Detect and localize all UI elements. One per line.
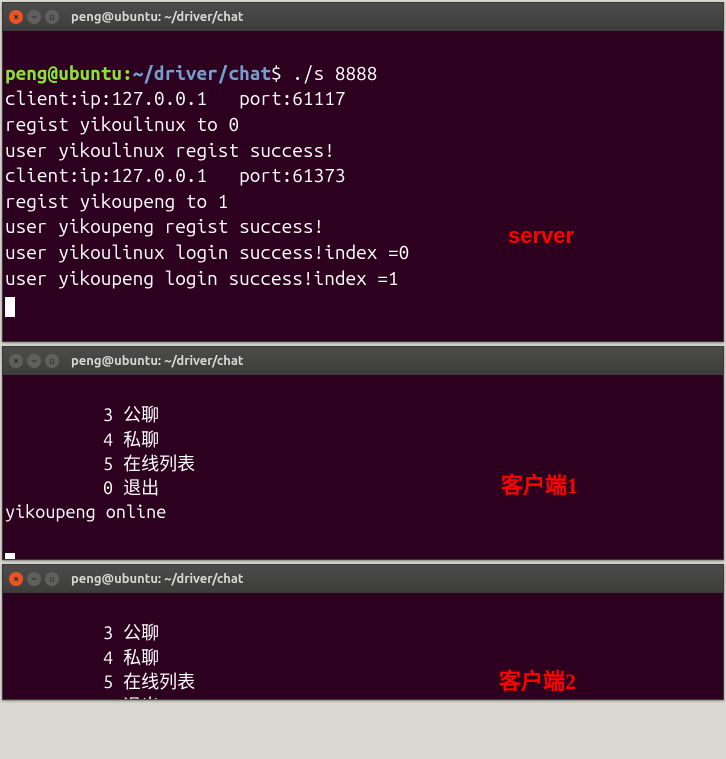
prompt-path: ~/driver/chat <box>133 62 271 84</box>
status-line: yikoupeng online <box>5 502 166 522</box>
titlebar-client2: × – ▫ peng@ubuntu: ~/driver/chat <box>3 565 723 593</box>
close-icon[interactable]: × <box>9 572 23 586</box>
command: ./s 8888 <box>292 62 377 84</box>
menu-item: 3 公聊 <box>5 403 159 427</box>
output-line: user yikoulinux regist success! <box>5 139 335 161</box>
titlebar-client1: × – ▫ peng@ubuntu: ~/driver/chat <box>3 347 723 375</box>
annotation-client2: 客户端2 <box>499 667 576 697</box>
terminal-client1-body[interactable]: 3 公聊 4 私聊 5 在线列表 0 退出 yikoupeng online 客… <box>3 375 723 559</box>
menu-item: 4 私聊 <box>5 428 159 452</box>
terminal-server: × – ▫ peng@ubuntu: ~/driver/chat peng@ub… <box>2 2 724 342</box>
output-line: client:ip:127.0.0.1 port:61117 <box>5 87 345 109</box>
window-title: peng@ubuntu: ~/driver/chat <box>71 10 243 24</box>
output-line: regist yikoulinux to 0 <box>5 113 239 135</box>
output-line: user yikoulinux login success!index =0 <box>5 241 409 263</box>
terminal-server-body[interactable]: peng@ubuntu:~/driver/chat$ ./s 8888 clie… <box>3 31 723 341</box>
cursor <box>5 297 15 317</box>
close-icon[interactable]: × <box>9 10 23 24</box>
menu-item: 0 退出 <box>5 476 159 500</box>
menu-item: 3 公聊 <box>5 621 159 645</box>
prompt-user: peng@ubuntu <box>5 62 122 84</box>
menu-item: 5 在线列表 <box>5 452 195 476</box>
maximize-icon[interactable]: ▫ <box>45 354 59 368</box>
minimize-icon[interactable]: – <box>27 10 41 24</box>
annotation-server: server <box>508 221 574 251</box>
cursor <box>5 553 15 559</box>
minimize-icon[interactable]: – <box>27 354 41 368</box>
output-line: regist yikoupeng to 1 <box>5 190 228 212</box>
maximize-icon[interactable]: ▫ <box>45 572 59 586</box>
minimize-icon[interactable]: – <box>27 572 41 586</box>
output-line: user yikoupeng login success!index =1 <box>5 267 399 289</box>
terminal-client1: × – ▫ peng@ubuntu: ~/driver/chat 3 公聊 4 … <box>2 346 724 560</box>
output-line: user yikoupeng regist success! <box>5 215 324 237</box>
terminal-client2: × – ▫ peng@ubuntu: ~/driver/chat 3 公聊 4 … <box>2 564 724 700</box>
window-title: peng@ubuntu: ~/driver/chat <box>71 354 243 368</box>
close-icon[interactable]: × <box>9 354 23 368</box>
terminal-client2-body[interactable]: 3 公聊 4 私聊 5 在线列表 0 退出 客户端2 <box>3 593 723 699</box>
menu-item: 4 私聊 <box>5 646 159 670</box>
annotation-client1: 客户端1 <box>501 471 578 501</box>
menu-item: 5 在线列表 <box>5 670 195 694</box>
maximize-icon[interactable]: ▫ <box>45 10 59 24</box>
window-title: peng@ubuntu: ~/driver/chat <box>71 572 243 586</box>
titlebar-server: × – ▫ peng@ubuntu: ~/driver/chat <box>3 3 723 31</box>
menu-item: 0 退出 <box>5 694 159 699</box>
output-line: client:ip:127.0.0.1 port:61373 <box>5 164 345 186</box>
